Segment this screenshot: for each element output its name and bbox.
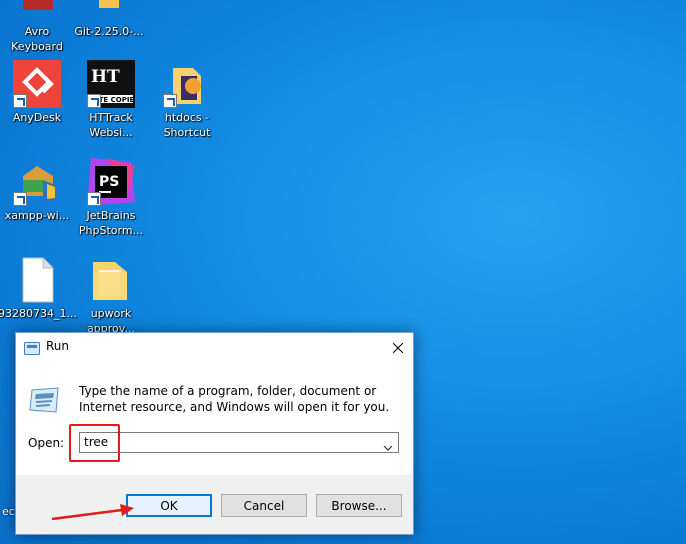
desktop-icon-avro-keyboard[interactable]: Avro Keyboard [0, 0, 76, 54]
desktop-icon-phpstorm[interactable]: PS JetBrains PhpStorm... [72, 158, 150, 238]
folder-icon [87, 256, 135, 304]
shortcut-arrow-icon [13, 192, 27, 206]
dialog-description: Type the name of a program, folder, docu… [79, 384, 390, 414]
dialog-title: Run [46, 339, 70, 353]
anydesk-icon [13, 60, 61, 108]
run-program-icon [28, 386, 60, 414]
file-icon [13, 256, 61, 304]
desktop-icon-label: Avro Keyboard [11, 25, 63, 53]
desktop-icon-htdocs-shortcut[interactable]: htdocs - Shortcut [148, 60, 226, 140]
desktop-icon-file[interactable]: 93280734_1... [0, 256, 77, 321]
avro-keyboard-icon [13, 0, 61, 22]
desktop-icon-label: 93280734_1... [0, 307, 77, 320]
desktop-icon-httrack[interactable]: HT SITE COPIER HTTrack Websi... [72, 60, 150, 140]
desktop-icon-label: AnyDesk [12, 111, 62, 124]
desktop-icon-label: htdocs - Shortcut [163, 111, 211, 139]
desktop-icon-label: xampp-wi... [4, 209, 70, 222]
desktop-icon-label: Git-2.25.0-... [74, 25, 144, 38]
desktop-icon-label: JetBrains PhpStorm... [78, 209, 144, 237]
shortcut-arrow-icon [13, 94, 27, 108]
desktop-icon-label: HTTrack Websi... [89, 111, 133, 139]
shortcut-arrow-icon [87, 94, 101, 108]
git-installer-icon [85, 0, 133, 22]
desktop-icon-label-partial: ec [2, 505, 15, 518]
annotation-arrow-icon [51, 504, 134, 521]
shortcut-arrow-icon [163, 94, 177, 108]
close-button[interactable] [383, 333, 413, 362]
desktop-icon-git-installer[interactable]: Git-2.25.0-... [70, 0, 148, 39]
desktop-icon-upwork-folder[interactable]: upwork approv... [72, 256, 150, 336]
cancel-button[interactable]: Cancel [221, 494, 307, 517]
browse-button[interactable]: Browse... [316, 494, 402, 517]
title-bar[interactable]: Run [16, 333, 413, 362]
close-icon [393, 342, 403, 353]
xampp-installer-icon [13, 158, 61, 206]
svg-text:HT: HT [91, 67, 120, 87]
open-label: Open: [28, 436, 65, 450]
open-combobox[interactable]: tree [79, 432, 399, 453]
shortcut-arrow-icon [87, 192, 101, 206]
httrack-icon: HT SITE COPIER [87, 60, 140, 108]
run-small-icon [24, 340, 40, 355]
folder-shortcut-icon [163, 60, 211, 108]
chevron-down-icon[interactable] [383, 438, 393, 451]
phpstorm-icon: PS [87, 158, 135, 206]
ok-button[interactable]: OK [126, 494, 212, 517]
desktop-icon-anydesk[interactable]: AnyDesk [0, 60, 76, 125]
desktop-icon-xampp-installer[interactable]: xampp-wi... [0, 158, 76, 223]
phpstorm-caption: PS [99, 174, 119, 190]
annotation-highlight-box [69, 424, 120, 462]
